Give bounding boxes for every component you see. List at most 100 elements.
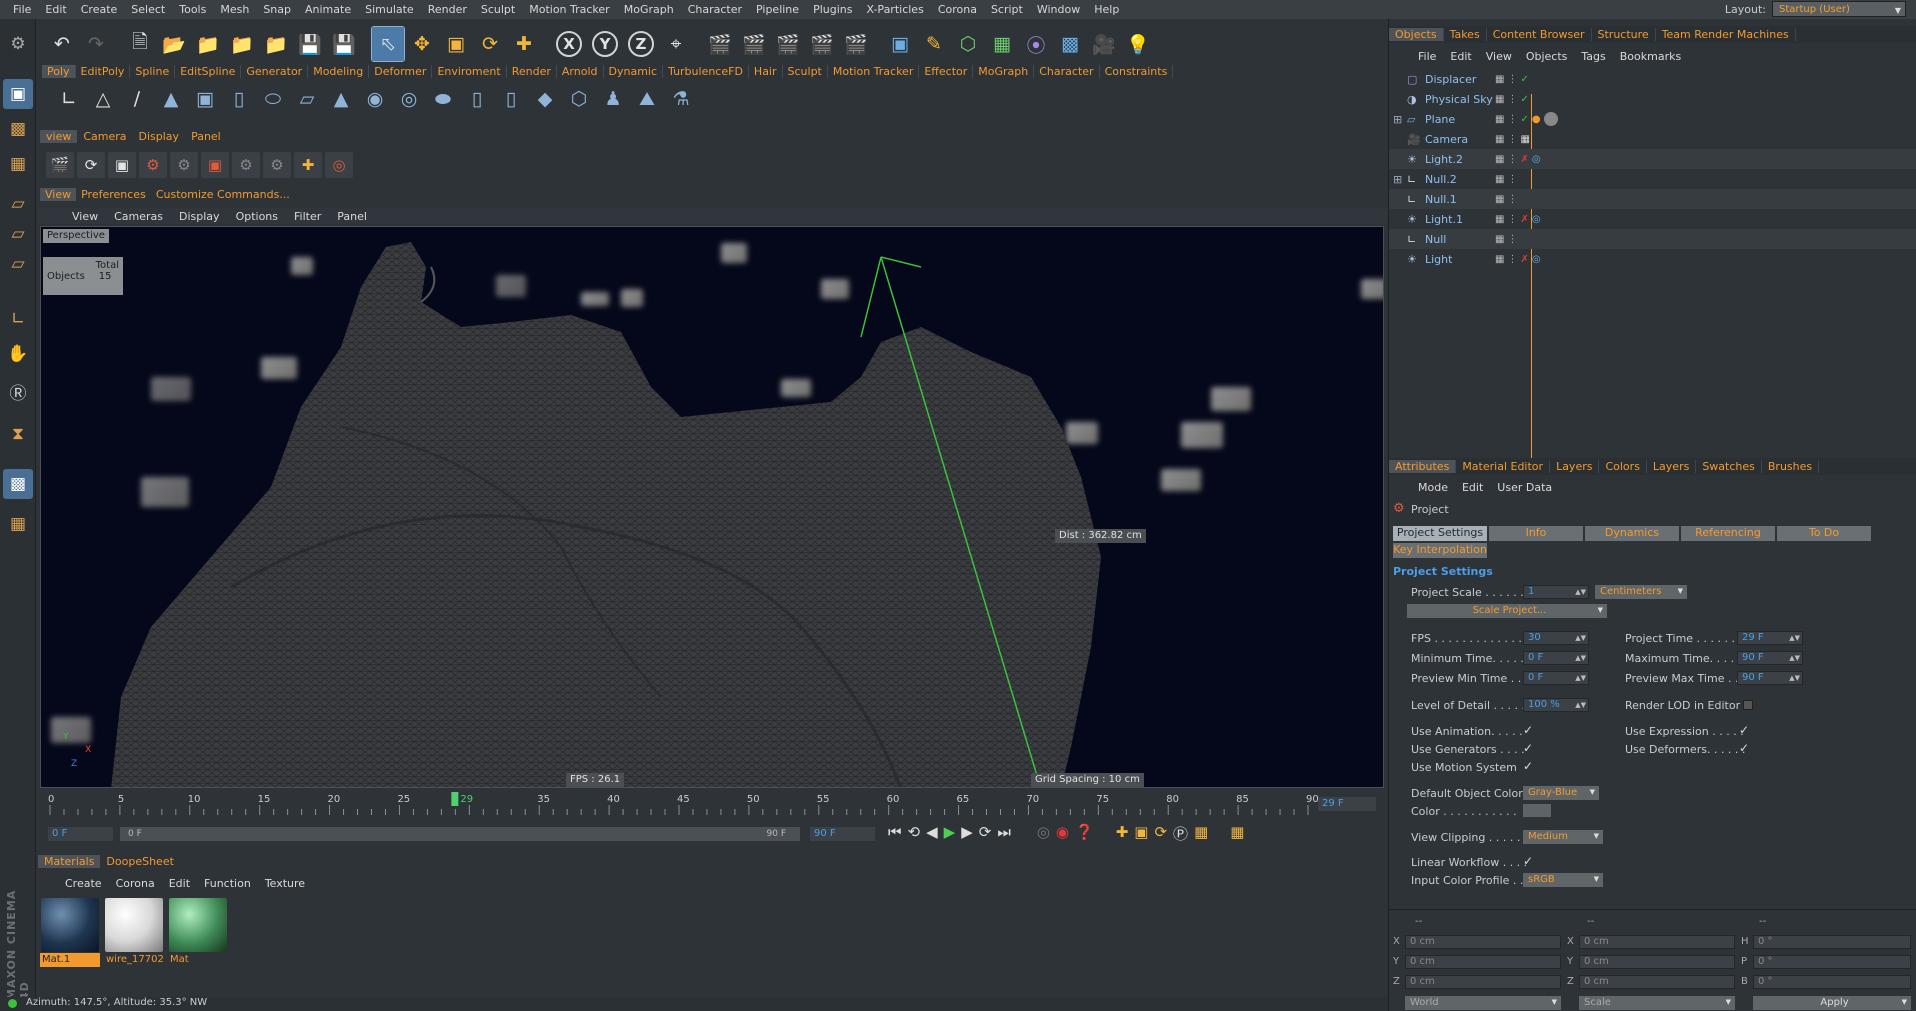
input-profile-select[interactable]: sRGB <box>1523 873 1603 887</box>
object-row[interactable]: ⊞ ∟ Null.2 ▦ ⋮ <box>1389 169 1916 189</box>
menu-select[interactable]: Select <box>124 3 172 16</box>
view-disabled2-icon[interactable]: ⚙ <box>263 152 291 178</box>
menu-motion-tracker[interactable]: Motion Tracker <box>522 3 616 16</box>
coord-position-y[interactable]: 0 cm <box>1405 955 1561 969</box>
use-deformers-checkbox[interactable]: ✓ <box>1739 741 1749 755</box>
tab-sculpt[interactable]: Sculpt <box>783 64 828 78</box>
render-region-icon[interactable]: 🎬 <box>772 27 804 61</box>
tab-dynamic[interactable]: Dynamic <box>604 64 664 78</box>
open-icon[interactable]: 📂 <box>158 27 190 61</box>
view-film-icon[interactable]: ▣ <box>108 152 136 178</box>
lock-workplane-icon[interactable]: ▦ <box>3 509 33 539</box>
motion-path-icon[interactable]: ◎ <box>1037 823 1050 844</box>
obj-menu-bookmarks[interactable]: Bookmarks <box>1613 50 1688 63</box>
menu-mograph[interactable]: MoGraph <box>617 3 681 16</box>
tab-motion-tracker[interactable]: Motion Tracker <box>828 64 920 78</box>
attr-menu-mode[interactable]: Mode <box>1411 481 1455 494</box>
tab-colors[interactable]: Colors <box>1599 460 1647 473</box>
material-swatch[interactable]: Mat <box>168 897 228 967</box>
coord-size-x[interactable]: 0 cm <box>1579 935 1735 949</box>
tab-constraints[interactable]: Constraints <box>1100 64 1174 78</box>
range-slider[interactable]: 0 F 90 F <box>120 827 800 841</box>
mat-menu-edit[interactable]: Edit <box>162 877 197 890</box>
floor-icon[interactable]: ▩ <box>1054 27 1086 61</box>
tab-materials[interactable]: Materials <box>38 854 101 868</box>
mat-menu-corona[interactable]: Corona <box>109 877 162 890</box>
tube-icon[interactable]: ▯ <box>496 83 526 115</box>
view-render-icon[interactable]: ⚙ <box>139 152 167 178</box>
recent-icon[interactable]: 📁 <box>192 27 224 61</box>
key-position-icon[interactable]: ✚ <box>1116 823 1129 844</box>
cube-icon[interactable]: ▣ <box>884 27 916 61</box>
menu-create[interactable]: Create <box>74 3 125 16</box>
coord-scale-select[interactable]: Scale <box>1579 996 1735 1010</box>
view-add-icon[interactable]: ✚ <box>294 152 322 178</box>
vp-menu-filter[interactable]: Filter <box>286 210 329 223</box>
preview-max-field[interactable]: 90 F ▲▼ <box>1737 671 1803 685</box>
z-axis-lock-icon[interactable]: Z <box>628 31 654 57</box>
coord-position-x[interactable]: 0 cm <box>1405 935 1561 949</box>
apply-button[interactable]: Apply <box>1753 996 1911 1010</box>
axis-icon[interactable]: ∟ <box>3 304 33 334</box>
menu-character[interactable]: Character <box>681 3 749 16</box>
render-view-icon[interactable]: 🎬 <box>704 27 736 61</box>
tab-objects[interactable]: Objects <box>1389 28 1444 41</box>
tab-spline[interactable]: Spline <box>130 64 176 78</box>
tab-view-2[interactable]: View <box>40 187 77 201</box>
menu-pipeline[interactable]: Pipeline <box>749 3 806 16</box>
use-animation-checkbox[interactable]: ✓ <box>1523 723 1533 737</box>
view-clapper-icon[interactable]: 🎬 <box>46 152 74 178</box>
cone-icon[interactable]: ▲ <box>156 83 186 115</box>
coord-rotation-b[interactable]: 0 ° <box>1753 975 1911 989</box>
landscape-icon[interactable]: ⛰ <box>632 83 662 115</box>
platonic-icon[interactable]: ◆ <box>530 83 560 115</box>
fps-field[interactable]: 30 ▲▼ <box>1523 631 1589 645</box>
obj-menu-tags[interactable]: Tags <box>1574 50 1612 63</box>
edges-mode-icon[interactable]: ▱ <box>3 219 33 249</box>
attr-menu-edit[interactable]: Edit <box>1455 481 1490 494</box>
polygon-icon[interactable]: ⬡ <box>564 83 594 115</box>
render-lod-checkbox[interactable] <box>1743 700 1753 710</box>
tab-attributes[interactable]: Attributes <box>1389 460 1457 473</box>
magnet-icon[interactable]: ⧗ <box>3 419 33 449</box>
tab-swatches[interactable]: Swatches <box>1696 460 1762 473</box>
render-picture-viewer-icon[interactable]: 🎬 <box>738 27 770 61</box>
vp-menu-options[interactable]: Options <box>228 210 286 223</box>
view-target-icon[interactable]: ◎ <box>325 152 353 178</box>
polygons-mode-icon[interactable]: ▱ <box>3 249 33 279</box>
points-mode-icon[interactable]: ▱ <box>3 189 33 219</box>
material-swatch[interactable]: Mat.1 <box>40 897 100 967</box>
tab-takes[interactable]: Takes <box>1444 28 1487 41</box>
project-time-field[interactable]: 29 F ▲▼ <box>1737 631 1803 645</box>
tab-generator[interactable]: Generator <box>241 64 309 78</box>
attr-menu-user-data[interactable]: User Data <box>1490 481 1559 494</box>
tab-camera[interactable]: Camera <box>77 130 132 143</box>
tab-deformer[interactable]: Deformer <box>369 64 433 78</box>
tab-character[interactable]: Character <box>1034 64 1100 78</box>
goto-start-icon[interactable]: ⏮ <box>888 823 902 844</box>
autokey-icon[interactable]: ❓ <box>1075 823 1094 844</box>
rotate-icon[interactable]: ⟳ <box>474 27 506 61</box>
tab-turbulencefd[interactable]: TurbulenceFD <box>663 64 749 78</box>
material-swatch[interactable]: wire_17702 <box>104 897 164 967</box>
tab-key-interpolation[interactable]: Key Interpolation <box>1393 543 1487 558</box>
vp-menu-panel[interactable]: Panel <box>329 210 375 223</box>
line-icon[interactable]: ∕ <box>122 83 152 115</box>
tab-effector[interactable]: Effector <box>919 64 974 78</box>
obj-menu-edit[interactable]: Edit <box>1443 50 1478 63</box>
disc-icon[interactable]: ⬭ <box>258 83 288 115</box>
undo-icon[interactable]: ↶ <box>46 27 78 61</box>
tab-panel[interactable]: Panel <box>185 130 227 143</box>
object-row[interactable]: ∟ Null.1 ▦ ⋮ <box>1389 189 1916 209</box>
tab-structure[interactable]: Structure <box>1592 28 1656 41</box>
sphere-icon[interactable]: ◉ <box>360 83 390 115</box>
menu-window[interactable]: Window <box>1030 3 1087 16</box>
pen-icon[interactable]: ✎ <box>918 27 950 61</box>
null-object-icon[interactable]: ∟ <box>54 83 84 115</box>
linear-workflow-checkbox[interactable]: ✓ <box>1523 854 1533 868</box>
max-time-field[interactable]: 90 F ▲▼ <box>1737 651 1803 665</box>
tab-preferences[interactable]: Preferences <box>76 188 151 201</box>
menu-animate[interactable]: Animate <box>298 3 358 16</box>
tab-content-browser[interactable]: Content Browser <box>1487 28 1592 41</box>
menu-sculpt[interactable]: Sculpt <box>474 3 522 16</box>
